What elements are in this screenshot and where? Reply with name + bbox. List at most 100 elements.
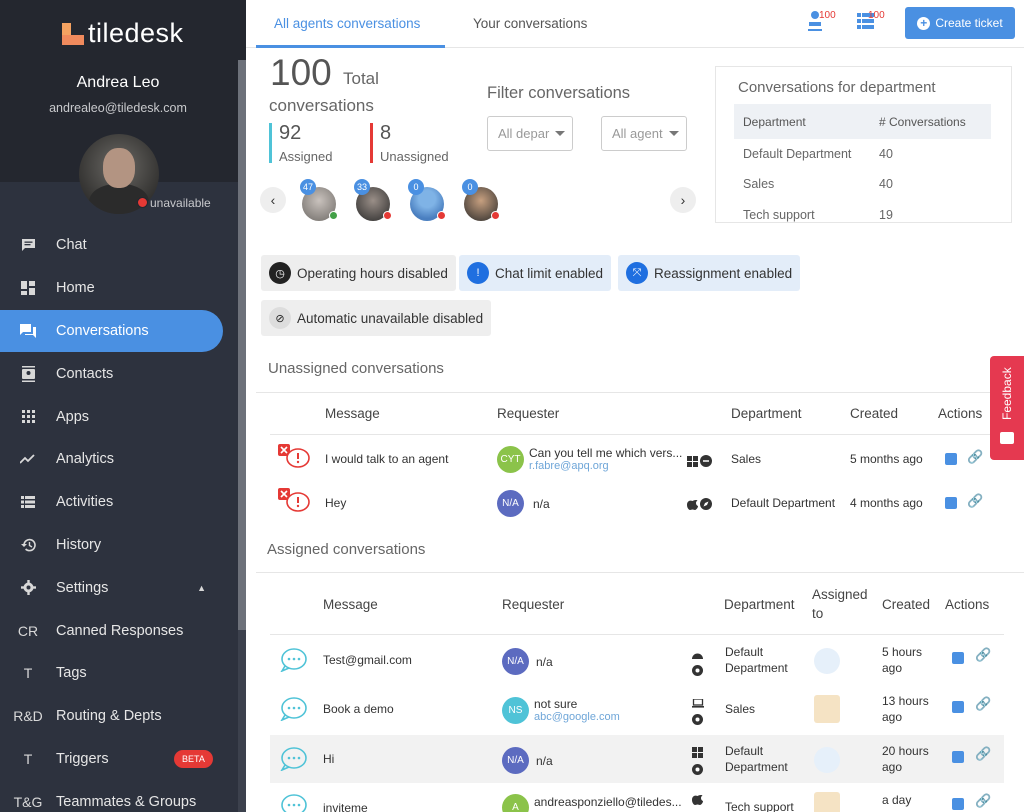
- requester-avatar: A: [502, 794, 529, 812]
- create-ticket-button[interactable]: + Create ticket: [905, 7, 1015, 39]
- requester-avatar: N/A: [502, 747, 529, 774]
- chat-bubble-icon: [280, 648, 308, 677]
- chat-limit-chip[interactable]: ! Chat limit enabled: [459, 255, 612, 291]
- availability-status[interactable]: unavailable: [150, 196, 211, 210]
- link-icon[interactable]: 🔗: [967, 493, 983, 509]
- logo[interactable]: tiledesk: [62, 18, 184, 49]
- link-icon[interactable]: 🔗: [975, 647, 991, 663]
- created-text: 5 months ago: [850, 452, 923, 466]
- table-row[interactable]: inviteme A andreasponziello@tiledes... T…: [270, 784, 1004, 812]
- table-row[interactable]: Test@gmail.com N/A n/a Default Departmen…: [270, 636, 1004, 684]
- link-icon[interactable]: 🔗: [975, 696, 991, 712]
- sidebar-item-canned-responses[interactable]: CR Canned Responses: [0, 609, 238, 652]
- bot-avatar[interactable]: [814, 747, 840, 773]
- main-content: All agents conversations Your conversati…: [246, 0, 1024, 812]
- unassigned-label: Unassigned: [380, 149, 449, 164]
- sidebar-item-activities[interactable]: Activities: [0, 481, 238, 524]
- agent-status-dot: [329, 211, 338, 220]
- table-row[interactable]: Hey N/A n/a Default Department 4 months …: [270, 482, 1004, 524]
- agent-conversation-count: 0: [408, 179, 424, 195]
- user-name: Andrea Leo: [76, 74, 160, 91]
- caret-down-icon: [555, 131, 566, 136]
- reassignment-icon: ⤧: [626, 262, 648, 284]
- agent-assignee-avatar[interactable]: [814, 792, 840, 812]
- agent-filter-value: All agent: [612, 126, 663, 141]
- open-chat-icon[interactable]: [952, 701, 964, 713]
- department-filter-select[interactable]: All depar: [487, 116, 573, 151]
- total-label: Total: [343, 69, 379, 88]
- sidebar-item-chat[interactable]: Chat: [0, 224, 238, 267]
- department-text: Default Department: [731, 496, 836, 510]
- unassigned-header-requester: Requester: [497, 406, 560, 421]
- tags-abbr: T: [23, 665, 33, 682]
- edge-browser-icon: [700, 454, 712, 472]
- requester-avatar: CYT: [497, 446, 524, 473]
- active-tab-indicator: [256, 45, 445, 48]
- tab-your-conversations[interactable]: Your conversations: [473, 16, 587, 31]
- agent-assignee-avatar[interactable]: [814, 695, 840, 723]
- open-chat-icon[interactable]: [952, 652, 964, 664]
- created-text: 5 hours: [882, 645, 923, 659]
- open-chat-icon[interactable]: [952, 798, 964, 810]
- apple-icon: [692, 792, 703, 810]
- operating-hours-chip[interactable]: ◷ Operating hours disabled: [261, 255, 456, 291]
- table-row[interactable]: Book a demo NS not sure abc@google.com S…: [270, 685, 1004, 733]
- feedback-button[interactable]: Feedback: [990, 356, 1024, 460]
- created-text-line2: ago: [882, 760, 903, 774]
- chrome-browser-icon: [692, 762, 703, 780]
- sidebar-item-history[interactable]: History: [0, 524, 238, 567]
- reassignment-chip[interactable]: ⤧ Reassignment enabled: [618, 255, 801, 291]
- link-icon[interactable]: 🔗: [975, 793, 991, 809]
- chevron-right-icon[interactable]: ›: [670, 187, 696, 213]
- sidebar-item-label: Canned Responses: [56, 622, 184, 639]
- department-text: Sales: [725, 702, 756, 716]
- sidebar-item-tags[interactable]: T Tags: [0, 652, 238, 695]
- message-text: Book a demo: [323, 702, 394, 716]
- tab-all-agents[interactable]: All agents conversations: [274, 16, 420, 31]
- link-icon[interactable]: 🔗: [975, 746, 991, 762]
- sidebar-item-teammates[interactable]: T&G Teammates & Groups: [0, 780, 238, 812]
- open-chat-icon[interactable]: [945, 497, 957, 509]
- department-name: Sales: [743, 177, 775, 191]
- assigned-header-requester: Requester: [502, 597, 565, 612]
- assigned-section-title: Assigned conversations: [267, 541, 426, 558]
- message-text: Test@gmail.com: [323, 653, 412, 667]
- chat-bubble-icon: [280, 697, 308, 726]
- sidebar-item-triggers[interactable]: T Triggers BETA: [0, 738, 238, 781]
- open-chat-icon[interactable]: [945, 453, 957, 465]
- agent-filter-select[interactable]: All agent: [601, 116, 687, 151]
- sidebar-item-routing[interactable]: R&D Routing & Depts: [0, 695, 238, 738]
- sidebar-item-contacts[interactable]: Contacts: [0, 352, 238, 395]
- windows-icon: [692, 745, 703, 763]
- sidebar-item-label: History: [56, 536, 102, 553]
- assigned-header-actions: Actions: [945, 597, 990, 612]
- sidebar-item-conversations[interactable]: Conversations: [0, 309, 223, 353]
- open-chat-icon[interactable]: [952, 751, 964, 763]
- agent-status-dot: [491, 211, 500, 220]
- analytics-icon: [0, 454, 56, 465]
- auto-unavailable-chip[interactable]: ⊘ Automatic unavailable disabled: [261, 300, 492, 336]
- chevron-up-icon[interactable]: ▲: [197, 583, 206, 593]
- sidebar-item-home[interactable]: Home: [0, 267, 238, 310]
- reassignment-label: Reassignment enabled: [654, 265, 793, 281]
- chat-bubble-icon: [280, 747, 308, 776]
- department-filter-value: All depar: [498, 126, 550, 141]
- divider: [256, 572, 1024, 573]
- requester-email: abc@google.com: [534, 711, 620, 723]
- sidebar-item-apps[interactable]: Apps: [0, 395, 238, 438]
- sidebar: tiledesk Andrea Leo andrealeo@tiledesk.c…: [0, 0, 246, 812]
- bot-avatar[interactable]: [814, 648, 840, 674]
- department-text-line2: Department: [725, 661, 788, 675]
- sidebar-scrollbar-thumb[interactable]: [238, 60, 246, 630]
- department-text-line2: Department: [725, 760, 788, 774]
- chevron-left-icon[interactable]: ‹: [260, 187, 286, 213]
- sidebar-item-settings[interactable]: Settings ▲: [0, 566, 238, 609]
- sidebar-item-analytics[interactable]: Analytics: [0, 438, 238, 481]
- requester-name: andreasponziello@tiledes...: [534, 795, 682, 809]
- table-row[interactable]: Hi N/A n/a Default Department 20 hours a…: [270, 735, 1004, 783]
- link-icon[interactable]: 🔗: [967, 449, 983, 465]
- requester-avatar: N/A: [502, 648, 529, 675]
- requester-avatar: NS: [502, 697, 529, 724]
- table-row[interactable]: I would talk to an agent CYT Can you tel…: [270, 438, 1004, 480]
- user-email: andrealeo@tiledesk.com: [49, 101, 187, 115]
